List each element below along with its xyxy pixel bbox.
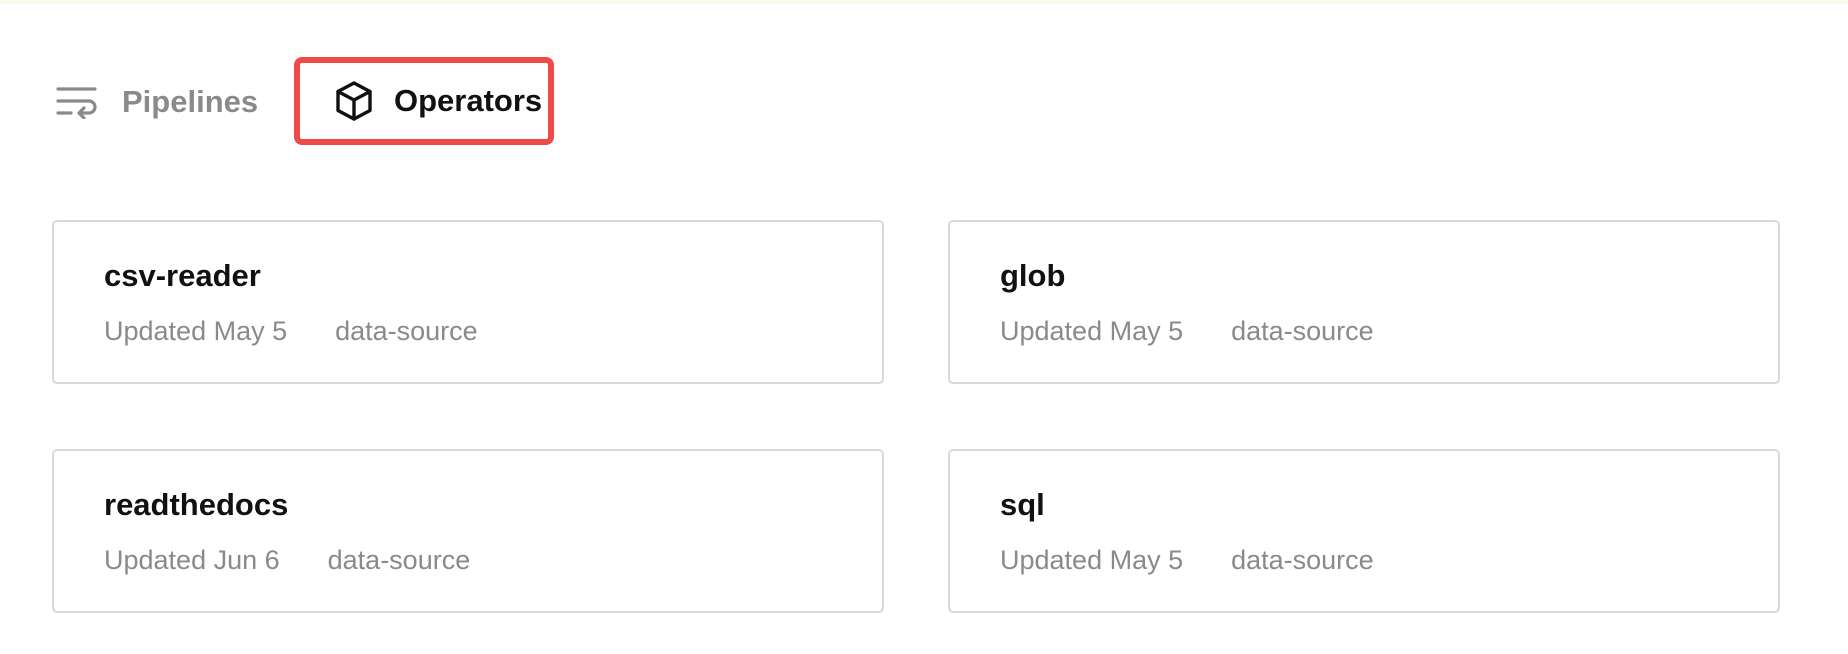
operator-meta: Updated Jun 6 data-source	[104, 545, 470, 576]
tab-pipelines-label: Pipelines	[122, 84, 259, 119]
tab-pipelines[interactable]: Pipelines	[56, 79, 258, 125]
updated-date: Updated May 5	[1000, 316, 1184, 346]
wrap-lines-icon	[56, 85, 98, 119]
operator-tag: data-source	[335, 316, 478, 346]
operator-meta: Updated May 5 data-source	[104, 316, 478, 347]
cube-icon	[336, 81, 372, 121]
operator-name: glob	[1000, 258, 1066, 293]
operator-tag: data-source	[327, 545, 471, 575]
operator-meta: Updated May 5 data-source	[1000, 545, 1374, 576]
operator-card-sql[interactable]: sql Updated May 5 data-source	[948, 449, 1780, 613]
updated-date: Updated May 5	[104, 316, 288, 346]
updated-date: Updated Jun 6	[104, 545, 280, 575]
tab-bar: Pipelines Operators	[0, 0, 1848, 160]
operator-meta: Updated May 5 data-source	[1000, 316, 1374, 347]
tab-operators[interactable]: Operators	[294, 57, 554, 145]
updated-date: Updated May 5	[1000, 545, 1184, 575]
operator-name: csv-reader	[104, 258, 261, 293]
operator-tag: data-source	[1231, 316, 1374, 346]
operator-card-readthedocs[interactable]: readthedocs Updated Jun 6 data-source	[52, 449, 884, 613]
operator-name: sql	[1000, 487, 1045, 522]
operator-card-glob[interactable]: glob Updated May 5 data-source	[948, 220, 1780, 384]
operator-name: readthedocs	[104, 487, 289, 522]
operator-tag: data-source	[1231, 545, 1374, 575]
tab-operators-label: Operators	[394, 83, 543, 118]
operator-card-csv-reader[interactable]: csv-reader Updated May 5 data-source	[52, 220, 884, 384]
